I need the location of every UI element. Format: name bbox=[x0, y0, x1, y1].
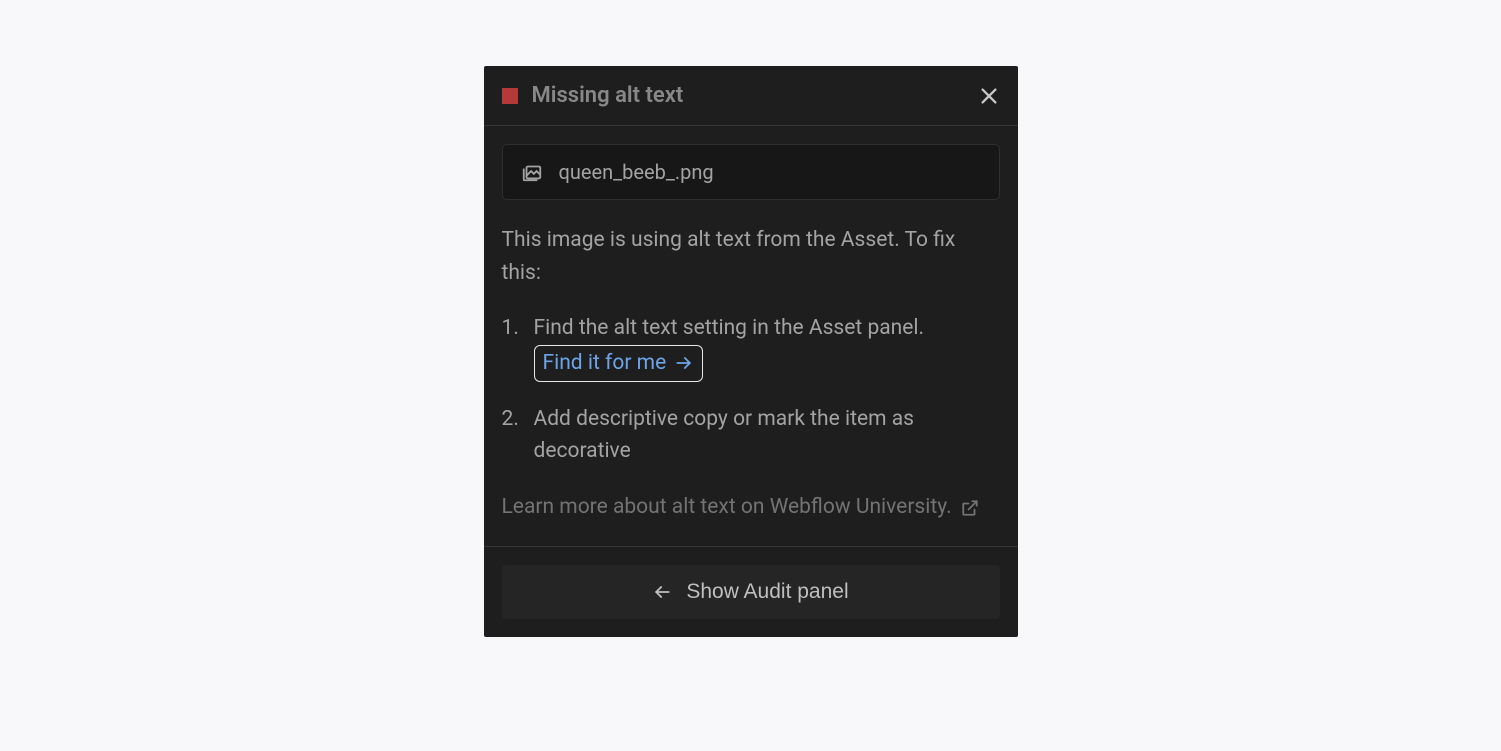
audit-detail-panel: Missing alt text queen_beeb_.png This im… bbox=[484, 66, 1018, 637]
step-1: Find the alt text setting in the Asset p… bbox=[502, 313, 1000, 382]
learn-more-link[interactable]: Learn more about alt text on Webflow Uni… bbox=[502, 491, 1000, 524]
header-left: Missing alt text bbox=[502, 83, 684, 108]
find-it-for-me-link[interactable]: Find it for me bbox=[534, 345, 704, 383]
find-link-label: Find it for me bbox=[543, 348, 667, 380]
status-indicator-icon bbox=[502, 88, 518, 104]
issue-description: This image is using alt text from the As… bbox=[502, 224, 1000, 289]
panel-footer: Show Audit panel bbox=[484, 546, 1018, 637]
panel-title: Missing alt text bbox=[532, 83, 684, 108]
close-icon bbox=[978, 85, 1000, 107]
show-audit-panel-button[interactable]: Show Audit panel bbox=[502, 565, 1000, 619]
external-link-icon bbox=[961, 499, 979, 517]
learn-more-text: Learn more about alt text on Webflow Uni… bbox=[502, 495, 952, 519]
image-file-icon bbox=[521, 161, 543, 183]
step-1-text: Find the alt text setting in the Asset p… bbox=[534, 316, 925, 340]
close-button[interactable] bbox=[978, 85, 1000, 107]
back-button-label: Show Audit panel bbox=[686, 580, 848, 604]
arrow-left-icon bbox=[652, 582, 672, 602]
arrow-right-icon bbox=[674, 353, 694, 373]
step-2: Add descriptive copy or mark the item as… bbox=[502, 404, 1000, 467]
panel-header: Missing alt text bbox=[484, 66, 1018, 126]
panel-body: queen_beeb_.png This image is using alt … bbox=[484, 126, 1018, 524]
fix-steps-list: Find the alt text setting in the Asset p… bbox=[502, 313, 1000, 467]
file-chip[interactable]: queen_beeb_.png bbox=[502, 144, 1000, 200]
file-name: queen_beeb_.png bbox=[559, 160, 714, 184]
step-2-text: Add descriptive copy or mark the item as… bbox=[534, 407, 914, 463]
